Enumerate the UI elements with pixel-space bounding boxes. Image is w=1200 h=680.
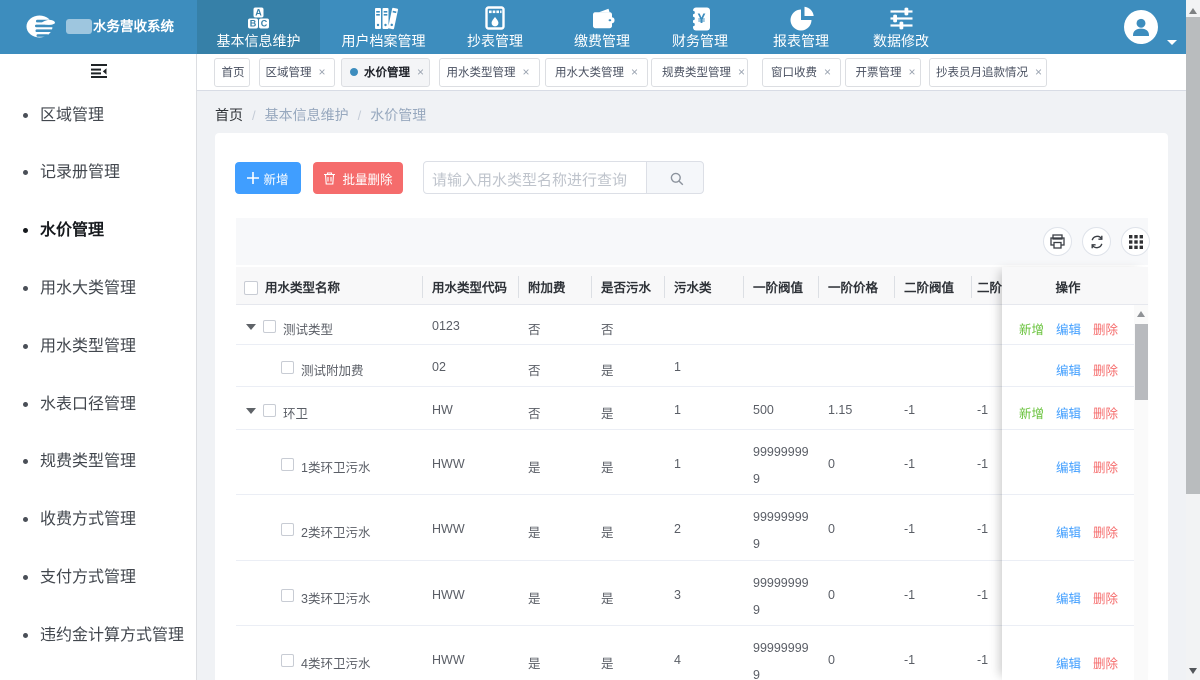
svg-text:C: C xyxy=(260,19,267,29)
svg-text:¥: ¥ xyxy=(698,10,706,26)
svg-text:A: A xyxy=(255,8,262,18)
svg-text:B: B xyxy=(249,19,256,29)
